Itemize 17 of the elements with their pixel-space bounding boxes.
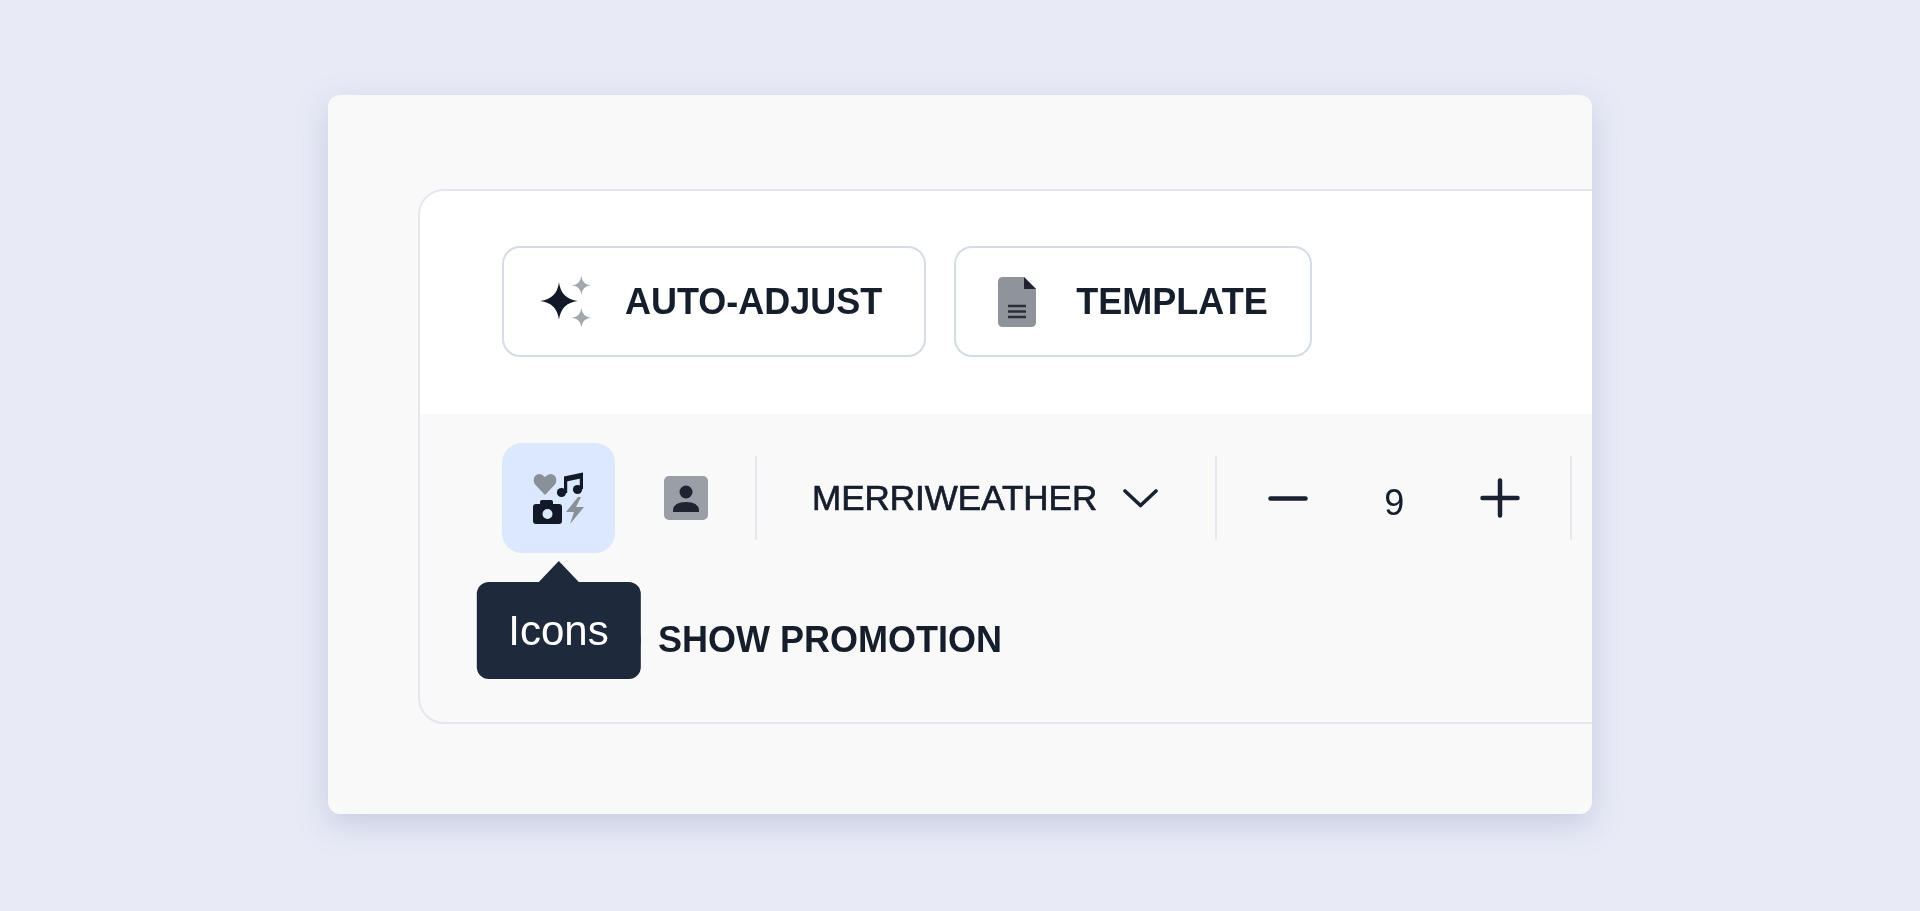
- tooltip-pointer-icon: [538, 561, 579, 582]
- tooltip: Icons: [476, 582, 641, 679]
- plus-icon: [1480, 478, 1521, 518]
- template-button[interactable]: TEMPLATE: [954, 246, 1312, 357]
- font-size-value: 9: [1384, 481, 1405, 524]
- sparkle-icon: [540, 276, 591, 327]
- chevron-down-icon: [1123, 488, 1159, 508]
- document-icon: [998, 276, 1037, 327]
- minus-icon: [1268, 495, 1309, 501]
- icons-toggle[interactable]: [502, 443, 615, 553]
- auto-adjust-button[interactable]: AUTO-ADJUST: [502, 246, 927, 357]
- show-promotion-label: SHOW PROMOTION: [658, 619, 1002, 661]
- decrease-button[interactable]: [1268, 495, 1309, 501]
- icon-collection-icon: [533, 472, 584, 524]
- person-icon: [663, 476, 708, 520]
- increase-button[interactable]: [1480, 478, 1521, 518]
- font-dropdown[interactable]: MERRIWEATHER: [812, 478, 1159, 518]
